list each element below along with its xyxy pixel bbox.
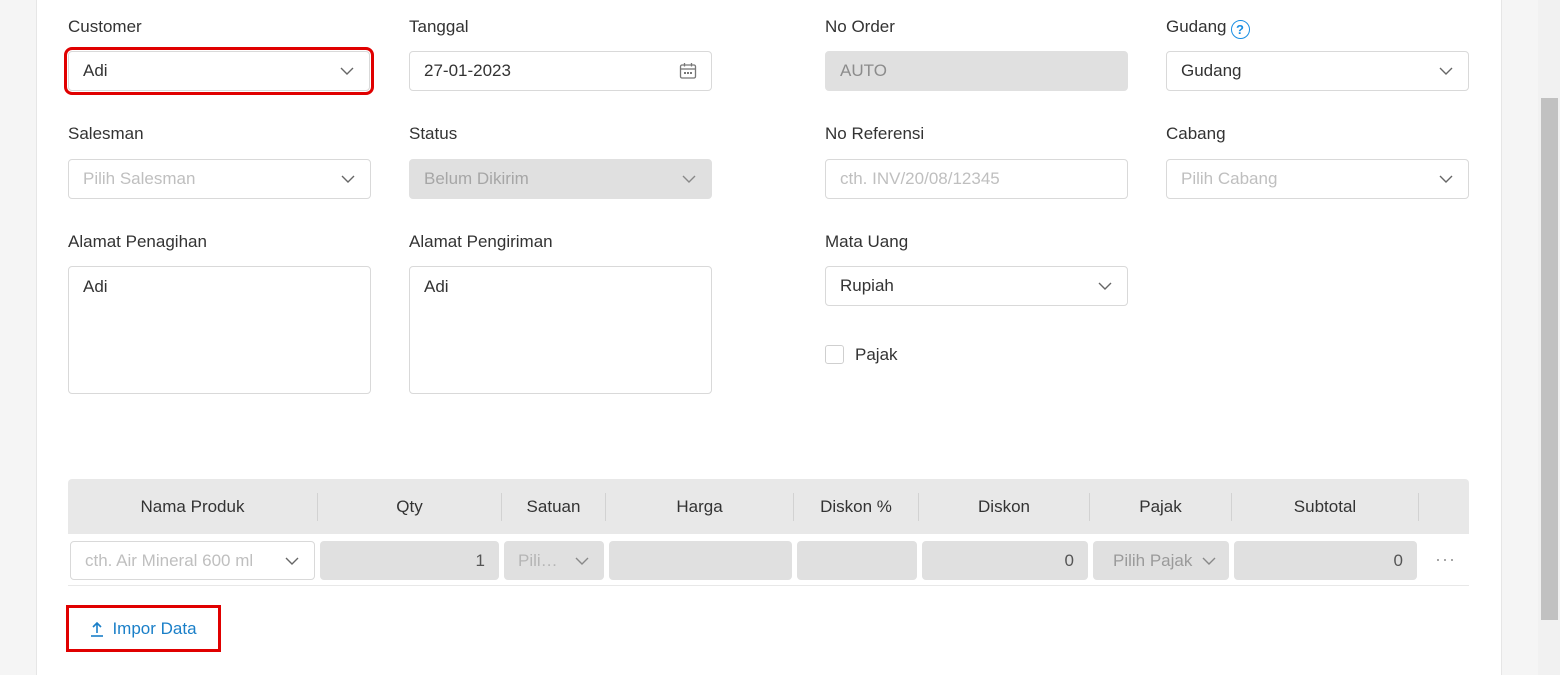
chevron-down-icon: [1098, 282, 1112, 290]
col-diskon: Diskon: [978, 496, 1030, 516]
customer-label: Customer: [68, 17, 142, 36]
salesman-placeholder: Pilih Salesman: [83, 169, 196, 188]
col-subtotal: Subtotal: [1293, 496, 1357, 516]
product-placeholder: cth. Air Mineral 600 ml: [85, 550, 254, 570]
mata-uang-value: Rupiah: [840, 276, 894, 295]
tanggal-value: 27-01-2023: [424, 61, 511, 80]
col-harga: Harga: [676, 496, 723, 516]
alamat-penagihan-label: Alamat Penagihan: [68, 232, 207, 251]
more-options-icon[interactable]: ···: [1435, 549, 1456, 570]
harga-input: [609, 541, 792, 580]
no-referensi-label: No Referensi: [825, 124, 925, 143]
col-diskon-persen: Diskon %: [820, 496, 892, 516]
no-referensi-input[interactable]: cth. INV/20/08/12345: [825, 159, 1128, 199]
no-order-field: AUTO: [825, 51, 1128, 91]
help-icon[interactable]: ?: [1230, 20, 1250, 39]
no-order-value: AUTO: [840, 61, 887, 80]
pajak-checkbox[interactable]: [825, 345, 844, 364]
alamat-penagihan-value: Adi: [83, 277, 108, 296]
gudang-select[interactable]: Gudang: [1166, 51, 1469, 91]
pajak-select: Pilih Pajak: [1093, 541, 1229, 580]
alamat-pengiriman-textarea[interactable]: Adi: [409, 266, 712, 394]
satuan-placeholder: Pili…: [518, 550, 558, 570]
chevron-down-icon: [1439, 175, 1453, 183]
qty-input[interactable]: 1: [320, 541, 499, 580]
upload-icon: [91, 621, 104, 637]
diskon-value: 0: [1064, 550, 1074, 570]
salesman-label: Salesman: [68, 124, 144, 143]
no-order-label: No Order: [825, 17, 895, 36]
cabang-select[interactable]: Pilih Cabang: [1166, 159, 1469, 199]
col-pajak: Pajak: [1139, 496, 1182, 516]
calendar-icon: [679, 63, 697, 79]
chevron-down-icon: [340, 67, 354, 75]
alamat-pengiriman-label: Alamat Pengiriman: [409, 232, 553, 251]
chevron-down-icon: [285, 557, 299, 565]
customer-value: Adi: [83, 61, 108, 80]
col-qty: Qty: [396, 496, 423, 516]
column-divider: [1418, 493, 1419, 521]
chevron-down-icon: [682, 175, 696, 183]
chevron-down-icon: [575, 557, 589, 565]
pajak-checkbox-label: Pajak: [855, 345, 898, 364]
product-table-header: Nama Produk Qty Satuan Harga Diskon % Di…: [68, 479, 1469, 534]
cabang-placeholder: Pilih Cabang: [1181, 169, 1278, 188]
import-data-label: Impor Data: [112, 618, 197, 638]
status-value: Belum Dikirim: [424, 169, 529, 188]
salesman-select[interactable]: Pilih Salesman: [68, 159, 371, 199]
alamat-penagihan-textarea[interactable]: Adi: [68, 266, 371, 394]
customer-select[interactable]: Adi: [64, 47, 374, 95]
col-nama-produk: Nama Produk: [140, 496, 245, 516]
gudang-label-text: Gudang: [1166, 17, 1227, 36]
diskon-persen-input: [797, 541, 917, 580]
status-label: Status: [409, 124, 458, 143]
diskon-input: 0: [922, 541, 1088, 580]
pajak-placeholder: Pilih Pajak: [1113, 550, 1193, 570]
gudang-label: Gudang?: [1166, 17, 1250, 39]
mata-uang-label: Mata Uang: [825, 232, 909, 251]
chevron-down-icon: [341, 175, 355, 183]
gudang-value: Gudang: [1181, 61, 1242, 80]
mata-uang-select[interactable]: Rupiah: [825, 266, 1128, 306]
table-row-divider: [68, 585, 1469, 586]
tanggal-label: Tanggal: [409, 17, 469, 36]
product-select[interactable]: cth. Air Mineral 600 ml: [70, 541, 315, 580]
subtotal-field: 0: [1234, 541, 1417, 580]
status-select: Belum Dikirim: [409, 159, 712, 199]
chevron-down-icon: [1439, 67, 1453, 75]
tanggal-datepicker[interactable]: 27-01-2023: [409, 51, 712, 91]
import-data-button[interactable]: Impor Data: [66, 605, 221, 652]
alamat-pengiriman-value: Adi: [424, 277, 449, 296]
no-referensi-placeholder: cth. INV/20/08/12345: [840, 169, 1000, 188]
col-satuan: Satuan: [526, 496, 581, 516]
subtotal-value: 0: [1393, 550, 1403, 570]
satuan-select: Pili…: [504, 541, 604, 580]
chevron-down-icon: [1202, 557, 1216, 565]
qty-value: 1: [475, 550, 485, 570]
scrollbar-thumb[interactable]: [1541, 98, 1558, 620]
cabang-label: Cabang: [1166, 124, 1226, 143]
